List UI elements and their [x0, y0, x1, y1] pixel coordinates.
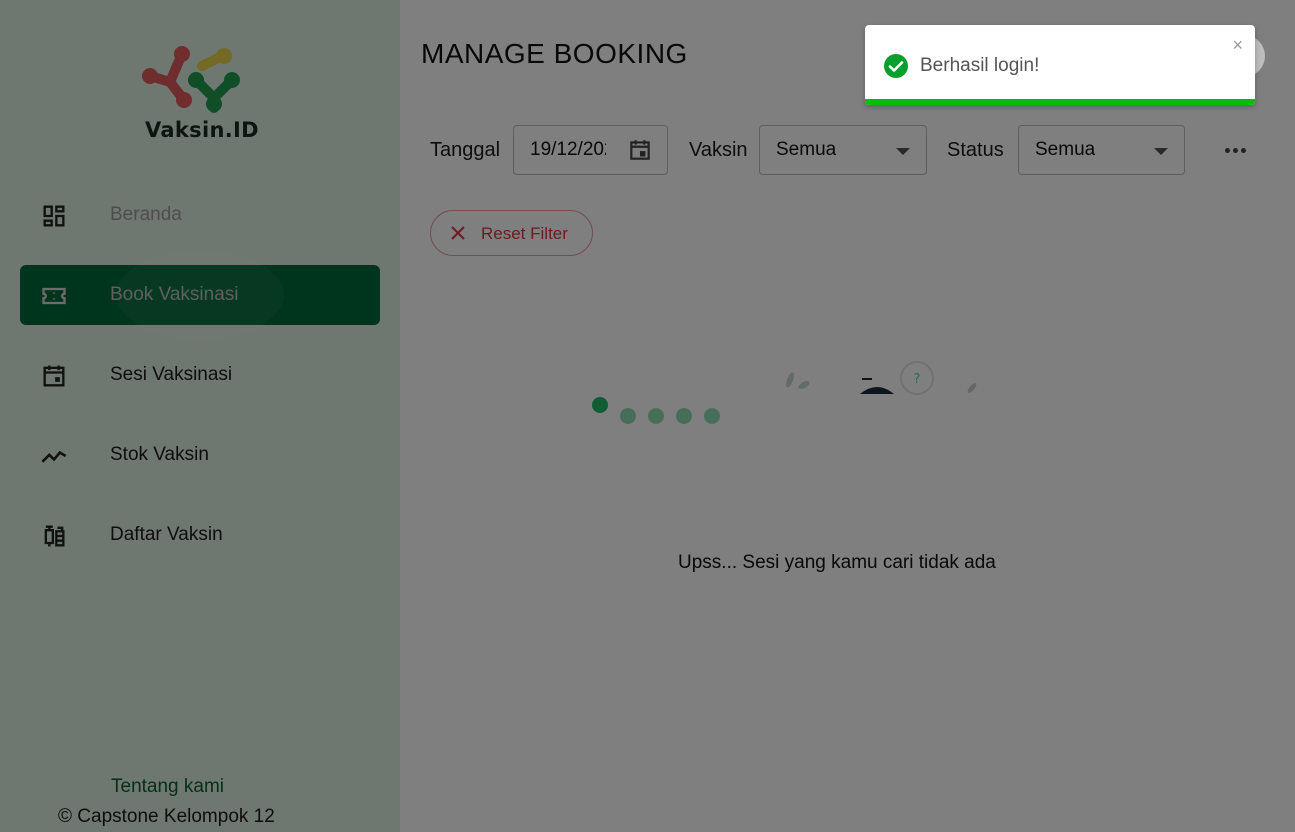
modal-backdrop[interactable]: [0, 0, 1295, 832]
toast-notification: Berhasil login! ×: [865, 25, 1255, 105]
toast-message: Berhasil login!: [920, 55, 1040, 76]
check-circle-icon: [884, 54, 908, 78]
close-icon[interactable]: ×: [1232, 35, 1243, 56]
toast-progress-bar: [865, 99, 1255, 105]
